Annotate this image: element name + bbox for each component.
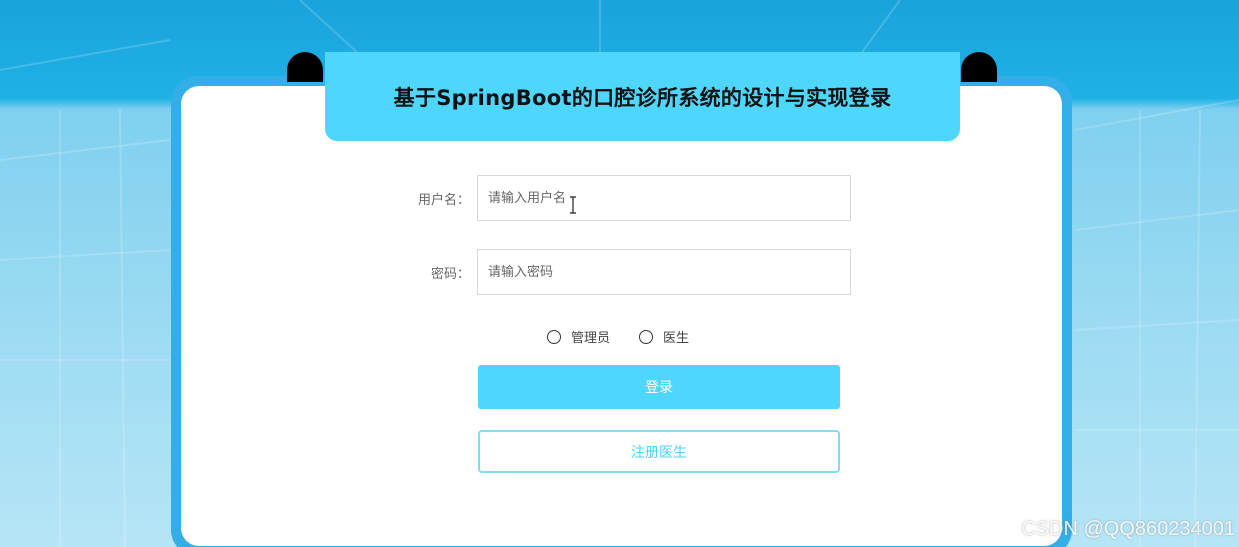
password-label: 密码： [430, 267, 470, 282]
binder-ring-right [961, 52, 997, 82]
role-option-doctor[interactable]: 医生 [639, 327, 689, 346]
login-page: 基于SpringBoot的口腔诊所系统的设计与实现登录 用户名： 密码： 管理员… [0, 0, 1239, 547]
radio-circle-icon[interactable] [547, 329, 561, 344]
title-banner: 基于SpringBoot的口腔诊所系统的设计与实现登录 [325, 52, 960, 141]
register-doctor-button[interactable]: 注册医生 [478, 430, 840, 473]
radio-circle-icon[interactable] [639, 329, 654, 344]
login-button[interactable]: 登录 [478, 365, 840, 409]
text-cursor-icon [570, 196, 576, 214]
role-radio-group: 管理员 医生 [547, 327, 689, 346]
binder-ring-left [287, 52, 323, 82]
password-input[interactable] [477, 249, 851, 295]
login-card [181, 86, 1062, 546]
role-doctor-label: 医生 [663, 331, 690, 346]
username-label: 用户名： [417, 193, 470, 208]
watermark: CSDN @QQ860234001 [1021, 518, 1235, 540]
role-admin-label: 管理员 [571, 331, 611, 346]
role-option-admin[interactable]: 管理员 [547, 327, 610, 346]
page-title: 基于SpringBoot的口腔诊所系统的设计与实现登录 [393, 85, 892, 110]
username-input[interactable] [477, 175, 851, 221]
